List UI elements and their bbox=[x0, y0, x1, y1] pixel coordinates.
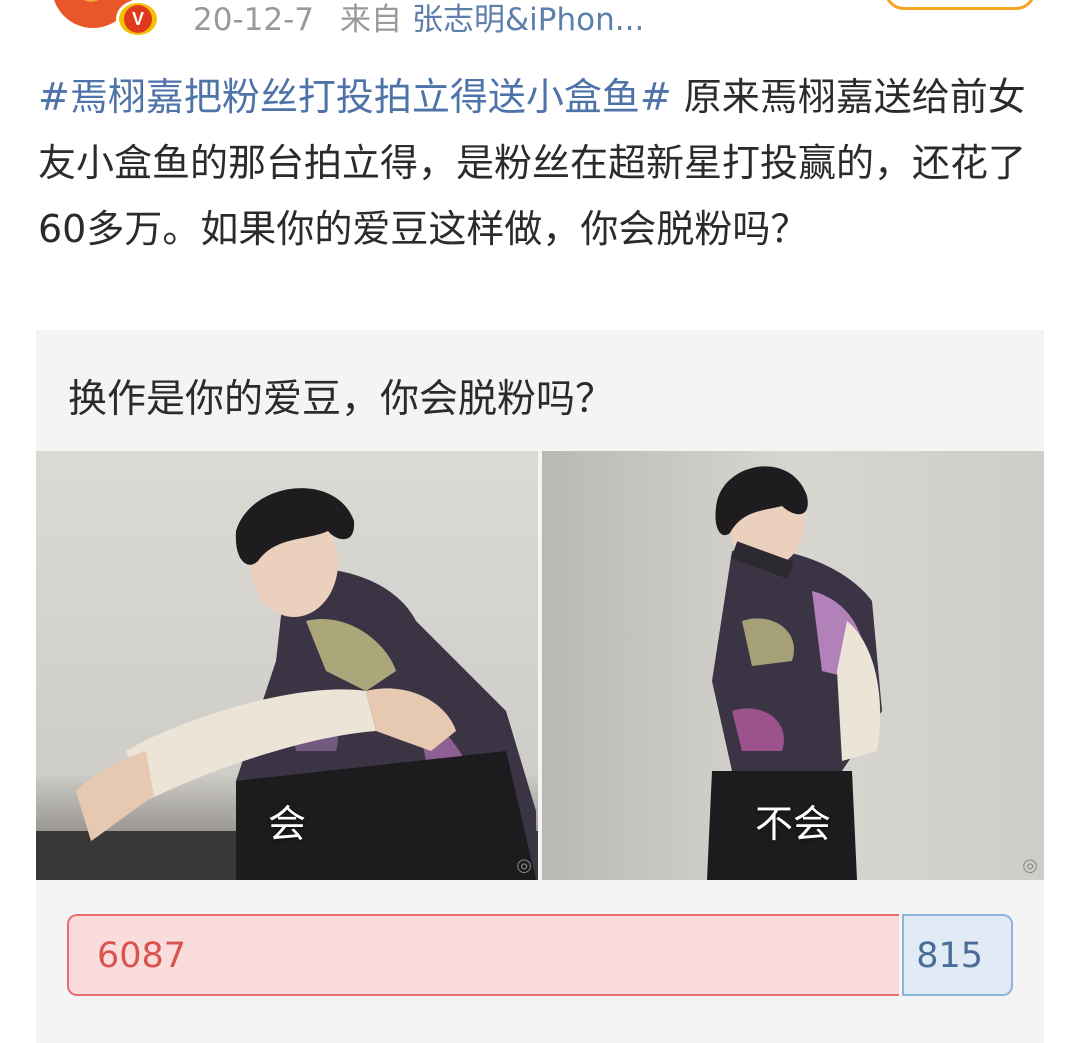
weibo-watermark-icon: ◎ bbox=[1022, 855, 1038, 876]
no-vote-count: 815 bbox=[916, 936, 983, 976]
follow-button[interactable] bbox=[884, 0, 1036, 10]
verified-badge-icon: V bbox=[116, 0, 160, 38]
source-device-link[interactable]: 张志明&iPhon... bbox=[412, 2, 644, 38]
poll-option-yes[interactable]: 会 ◎ bbox=[36, 451, 538, 880]
weibo-watermark-icon: ◎ bbox=[516, 855, 532, 876]
option-no-label: 不会 bbox=[754, 802, 831, 846]
post-text: #焉栩嘉把粉丝打投拍立得送小盒鱼# 原来焉栩嘉送给前女友小盒鱼的那台拍立得，是粉… bbox=[38, 64, 1048, 262]
poll-result-bar: 6087 815 bbox=[67, 914, 1013, 996]
yes-vote-count: 6087 bbox=[97, 936, 187, 976]
option-yes-label: 会 bbox=[267, 802, 306, 846]
result-yes-segment: 6087 bbox=[67, 914, 899, 996]
post-date: 20-12-7 bbox=[193, 2, 314, 38]
result-no-segment: 815 bbox=[902, 914, 1013, 996]
post-meta: 20-12-7 来自 张志明&iPhon... bbox=[193, 0, 644, 38]
post-hashtag-link[interactable]: #焉栩嘉把粉丝打投拍立得送小盒鱼# bbox=[38, 75, 672, 119]
post-header: V 20-12-7 来自 张志明&iPhon... bbox=[0, 0, 1080, 40]
source-prefix: 来自 bbox=[340, 2, 402, 38]
poll-question: 换作是你的爱豆，你会脱粉吗？ bbox=[68, 377, 615, 422]
poll-option-no[interactable]: 不会 ◎ bbox=[542, 451, 1044, 880]
poll-card: 换作是你的爱豆，你会脱粉吗？ 会 ◎ 不会 ◎ 6087 815 bbox=[36, 330, 1044, 1043]
